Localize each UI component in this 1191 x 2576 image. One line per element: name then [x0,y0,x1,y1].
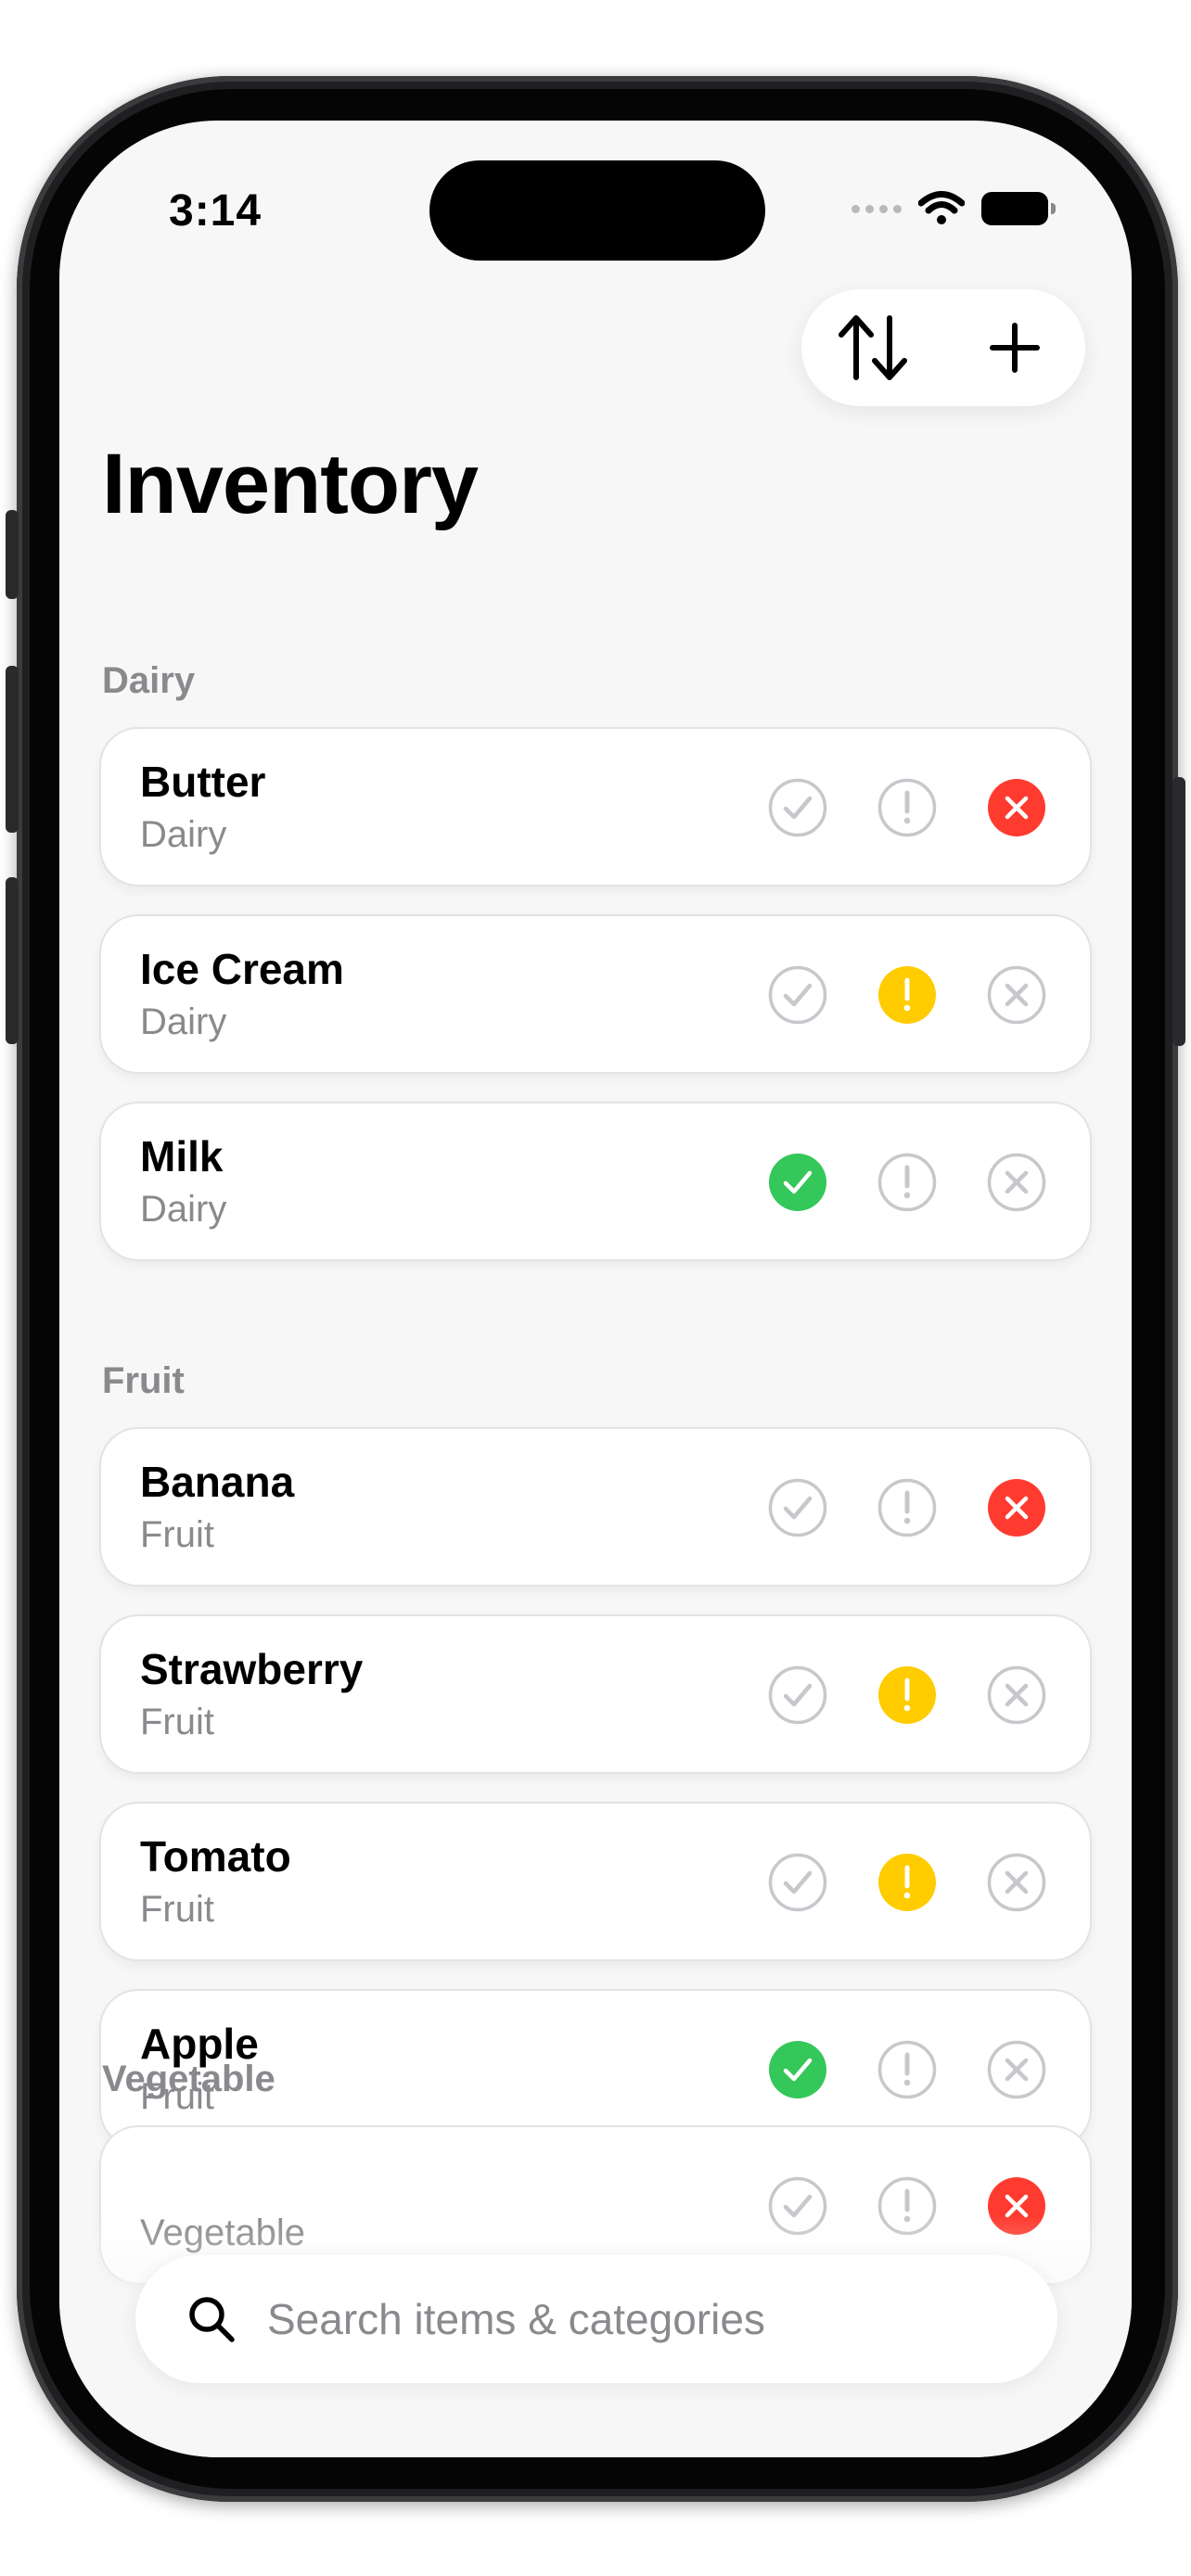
volume-down-button [6,877,19,1044]
add-item-button[interactable] [968,301,1061,394]
action-button [6,510,19,599]
inventory-item-card[interactable]: Tomato Fruit [101,1804,1090,1959]
item-name: Strawberry [140,1645,364,1693]
page-title: Inventory [102,437,479,531]
in-stock-status-button[interactable] [767,2039,828,2100]
in-stock-status-button[interactable] [767,964,828,1026]
out-of-stock-status-button[interactable] [986,2039,1047,2100]
item-category: Dairy [140,814,227,855]
exclamation-circle-icon [877,1478,937,1537]
inventory-item-card[interactable]: Banana Fruit [101,1429,1090,1585]
section-header: Fruit [102,1360,185,1401]
out-of-stock-status-button[interactable] [986,1477,1047,1538]
out-of-stock-status-button[interactable] [986,1664,1047,1726]
checkmark-circle-icon [768,778,827,837]
checkmark-circle-icon [768,1478,827,1537]
low-stock-status-button[interactable] [877,1664,938,1726]
exclamation-circle-icon [878,1666,936,1724]
status-icons [852,191,1056,226]
in-stock-status-button[interactable] [767,1664,828,1726]
in-stock-status-button[interactable] [767,1852,828,1913]
dynamic-island [429,160,765,261]
status-time: 3:14 [169,186,263,236]
cellular-signal-icon [852,204,902,213]
low-stock-status-button[interactable] [877,777,938,838]
sort-button[interactable] [826,301,919,394]
x-circle-icon [987,2040,1046,2099]
checkmark-circle-icon [769,1154,826,1211]
x-circle-icon [988,779,1045,836]
checkmark-circle-icon [768,1853,827,1912]
inventory-item-card[interactable]: Milk Dairy [101,1103,1090,1259]
plus-icon [989,323,1040,373]
section-header: Vegetable [102,2059,275,2099]
x-circle-icon [987,1665,1046,1725]
x-circle-icon [988,1479,1045,1537]
item-category: Fruit [140,1889,214,1930]
exclamation-circle-icon [877,778,937,837]
checkmark-circle-icon [769,2041,826,2098]
volume-up-button [6,666,19,833]
exclamation-circle-icon [877,1153,937,1212]
exclamation-circle-icon [877,2040,937,2099]
out-of-stock-status-button[interactable] [986,1152,1047,1213]
in-stock-status-button[interactable] [767,777,828,838]
inventory-item-card[interactable]: Butter Dairy [101,729,1090,885]
item-category: Dairy [140,1001,227,1042]
inventory-item-card[interactable]: Ice Cream Dairy [101,916,1090,1072]
checkmark-circle-icon [768,1665,827,1725]
checkmark-circle-icon [768,965,827,1025]
item-name: Tomato [140,1832,291,1881]
x-circle-icon [987,965,1046,1025]
out-of-stock-status-button[interactable] [986,1852,1047,1913]
low-stock-status-button[interactable] [877,1152,938,1213]
x-circle-icon [987,1153,1046,1212]
low-stock-status-button[interactable] [877,2039,938,2100]
inventory-item-card[interactable]: Strawberry Fruit [101,1616,1090,1772]
search-icon [189,2297,235,2342]
low-stock-status-button[interactable] [877,964,938,1026]
toolbar [801,289,1085,406]
item-category: Fruit [140,1514,214,1555]
item-name: Butter [140,758,266,806]
search-input[interactable] [265,2293,1011,2345]
out-of-stock-status-button[interactable] [986,777,1047,838]
section-header: Dairy [102,660,196,701]
battery-icon [981,192,1056,225]
x-circle-icon [987,1853,1046,1912]
exclamation-circle-icon [878,966,936,1024]
exclamation-circle-icon [878,1854,936,1911]
search-bar[interactable] [135,2255,1057,2383]
item-name: Ice Cream [140,945,344,993]
power-button [1172,777,1185,1046]
sort-arrows-icon [838,315,907,380]
out-of-stock-status-button[interactable] [986,964,1047,1026]
in-stock-status-button[interactable] [767,1477,828,1538]
low-stock-status-button[interactable] [877,1852,938,1913]
item-name: Banana [140,1458,295,1506]
item-category: Dairy [140,1189,227,1230]
app-screen: 3:14 Inventory Dairy Butter Dairy Ice Cream… [59,121,1132,2457]
wifi-icon [918,191,965,224]
in-stock-status-button[interactable] [767,1152,828,1213]
item-category: Fruit [140,1702,214,1742]
low-stock-status-button[interactable] [877,1477,938,1538]
item-name: Milk [140,1132,224,1180]
